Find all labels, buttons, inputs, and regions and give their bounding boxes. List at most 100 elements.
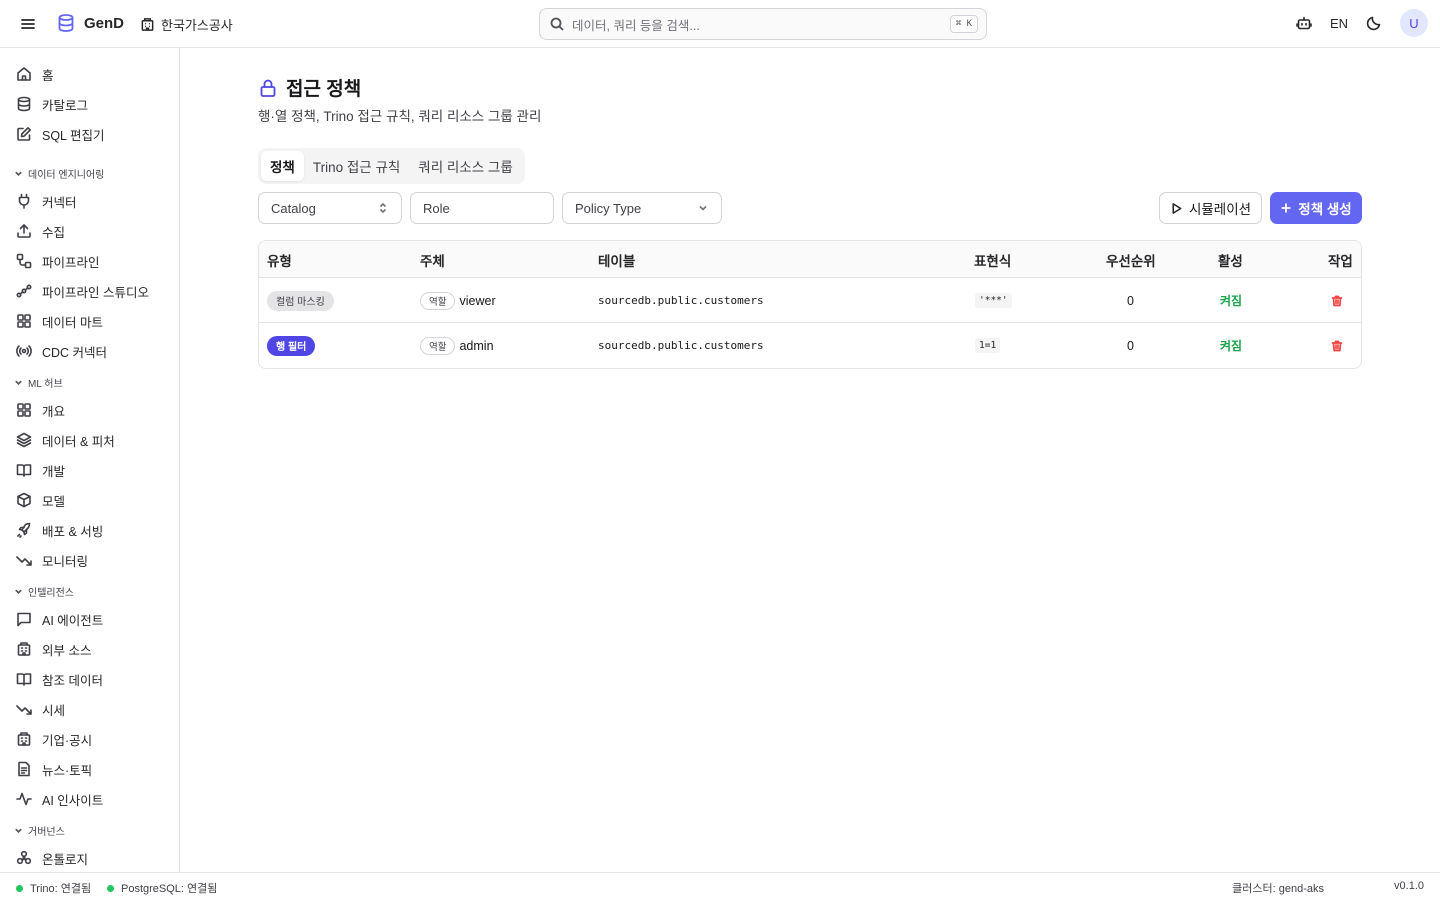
sidebar-item-home[interactable]: 홈 [16,64,54,84]
table-header: 유형 주체 테이블 표현식 우선순위 활성 작업 [259,241,1361,278]
book-icon [16,671,32,687]
create-policy-button[interactable]: 정책 생성 [1270,192,1362,224]
grid-icon [16,402,32,418]
catalog-select[interactable]: Catalog [258,192,402,224]
column-header-table: 테이블 [598,253,636,269]
network-icon [16,850,32,866]
sidebar-item-label: 기업·공시 [42,733,93,748]
page-title-text: 접근 정책 [286,79,362,100]
tab-query-resource-groups[interactable]: 쿼리 리소스 그룹 [409,151,521,181]
chevron-down-icon [15,380,22,385]
sidebar-item-data-mart[interactable]: 데이터 마트 [16,311,103,331]
sidebar-item-model[interactable]: 모델 [16,490,65,510]
radio-icon [16,343,32,359]
column-header-active: 활성 [1218,253,1243,269]
role-input[interactable]: Role [410,192,554,224]
catalog-select-value: Catalog [271,200,316,216]
sidebar-item-pipeline-studio[interactable]: 파이프라인 스튜디오 [16,281,149,301]
sidebar-item-deploy-serving[interactable]: 배포 & 서빙 [16,520,103,540]
sidebar-item-market-price[interactable]: 시세 [16,699,65,719]
table-row[interactable]: 컬럼 마스킹 역할 viewer sourcedb.public.custome… [259,278,1361,323]
policy-type-select-value: Policy Type [575,200,642,216]
database-icon [16,96,32,112]
type-cell: 행 필터 [267,323,316,368]
type-badge: 행 필터 [267,335,316,356]
active-status[interactable]: 켜짐 [1220,323,1242,368]
sidebar-item-ai-agent[interactable]: AI 에이전트 [16,609,103,629]
column-header-subject: 주체 [420,253,445,269]
avatar[interactable]: U [1400,9,1428,37]
sidebar-item-data-features[interactable]: 데이터 & 피처 [16,430,115,450]
sidebar-item-news-topic[interactable]: 뉴스·토픽 [16,759,92,779]
upload-icon [16,223,32,239]
brand-logo[interactable]: GenD [56,13,124,33]
sidebar-section-data-engineering[interactable]: 데이터 엔지니어링 [14,165,104,181]
menu-icon[interactable] [18,14,38,34]
sidebar-item-label: 파이프라인 [42,255,100,270]
sidebar-section-governance[interactable]: 거버넌스 [14,822,65,838]
sidebar-item-label: 커넥터 [42,195,77,210]
sidebar-section-intelligence[interactable]: 인텔리전스 [14,583,74,599]
sidebar-item-external-source[interactable]: 외부 소스 [16,639,91,659]
column-header-type: 유형 [267,253,292,269]
section-title: 거버넌스 [28,826,65,838]
trino-status-text: Trino: 연결됨 [30,883,92,895]
rocket-icon [16,522,32,538]
subject-name: admin [459,338,494,353]
trino-status: Trino: 연결됨 [16,880,91,896]
tab-trino-access-rules[interactable]: Trino 접근 규칙 [304,151,409,181]
database-logo-icon [58,14,74,32]
type-badge: 컬럼 마스킹 [267,290,334,311]
sidebar-item-connector[interactable]: 커넥터 [16,191,77,211]
sidebar-item-label: 배포 & 서빙 [42,524,104,539]
sidebar-item-pipeline[interactable]: 파이프라인 [16,251,100,271]
priority-cell: 0 [1127,338,1134,353]
sidebar-item-label: AI 인사이트 [42,793,104,808]
sidebar-item-label: 데이터 마트 [42,315,103,330]
sidebar-item-overview[interactable]: 개요 [16,400,65,420]
tab-policy[interactable]: 정책 [261,151,304,181]
trend-down-icon [16,552,32,568]
sidebar-item-label: AI 에이전트 [42,613,104,628]
chevron-down-icon [15,589,22,594]
sidebar-item-label: 파이프라인 스튜디오 [42,285,149,300]
home-icon [16,66,32,82]
sidebar-section-ml-hub[interactable]: ML 허브 [14,374,63,390]
sidebar-item-label: 카탈로그 [42,98,89,113]
column-header-expression: 표현식 [974,253,1012,269]
play-icon [1172,202,1182,214]
type-cell: 컬럼 마스킹 [267,278,334,323]
sidebar-item-ai-insight[interactable]: AI 인사이트 [16,789,103,809]
table-row[interactable]: 행 필터 역할 admin sourcedb.public.customers … [259,323,1361,368]
grid-icon [16,313,32,329]
sidebar-item-cdc-connector[interactable]: CDC 커넥터 [16,341,107,361]
search-input[interactable]: 데이터, 쿼리 등을 검색... ⌘ K [539,8,987,40]
page-title: 접근 정책 [258,74,361,101]
delete-button[interactable] [1331,278,1343,323]
building-icon [16,731,32,747]
sidebar-item-company-disclosure[interactable]: 기업·공시 [16,729,92,749]
delete-button[interactable] [1331,323,1343,368]
language-toggle[interactable]: EN [1330,16,1348,31]
sidebar-item-label: 개요 [42,404,66,419]
sidebar-item-reference-data[interactable]: 참조 데이터 [16,669,103,689]
active-status[interactable]: 켜짐 [1220,278,1242,323]
sidebar-item-sql-editor[interactable]: SQL 편집기 [16,124,105,144]
policy-type-select[interactable]: Policy Type [562,192,722,224]
sidebar-item-label: 뉴스·토픽 [42,763,93,778]
sidebar-item-catalog[interactable]: 카탈로그 [16,94,88,114]
search-shortcut: ⌘ K [949,15,978,33]
sidebar-item-ontology[interactable]: 온톨로지 [16,848,88,868]
subject-cell: 역할 admin [420,323,494,368]
bot-icon[interactable] [1296,15,1312,31]
sidebar-item-label: 모니터링 [42,554,89,569]
moon-icon[interactable] [1366,15,1382,31]
top-header: GenD 한국가스공사 데이터, 쿼리 등을 검색... ⌘ K EN U [0,0,1440,48]
org-selector[interactable]: 한국가스공사 [140,15,233,34]
sidebar-item-monitoring[interactable]: 모니터링 [16,550,88,570]
simulation-button[interactable]: 시뮬레이션 [1159,192,1262,224]
sidebar-item-label: 수집 [42,225,66,240]
sidebar-item-develop[interactable]: 개발 [16,460,65,480]
activity-icon [16,791,32,807]
sidebar-item-ingest[interactable]: 수집 [16,221,65,241]
